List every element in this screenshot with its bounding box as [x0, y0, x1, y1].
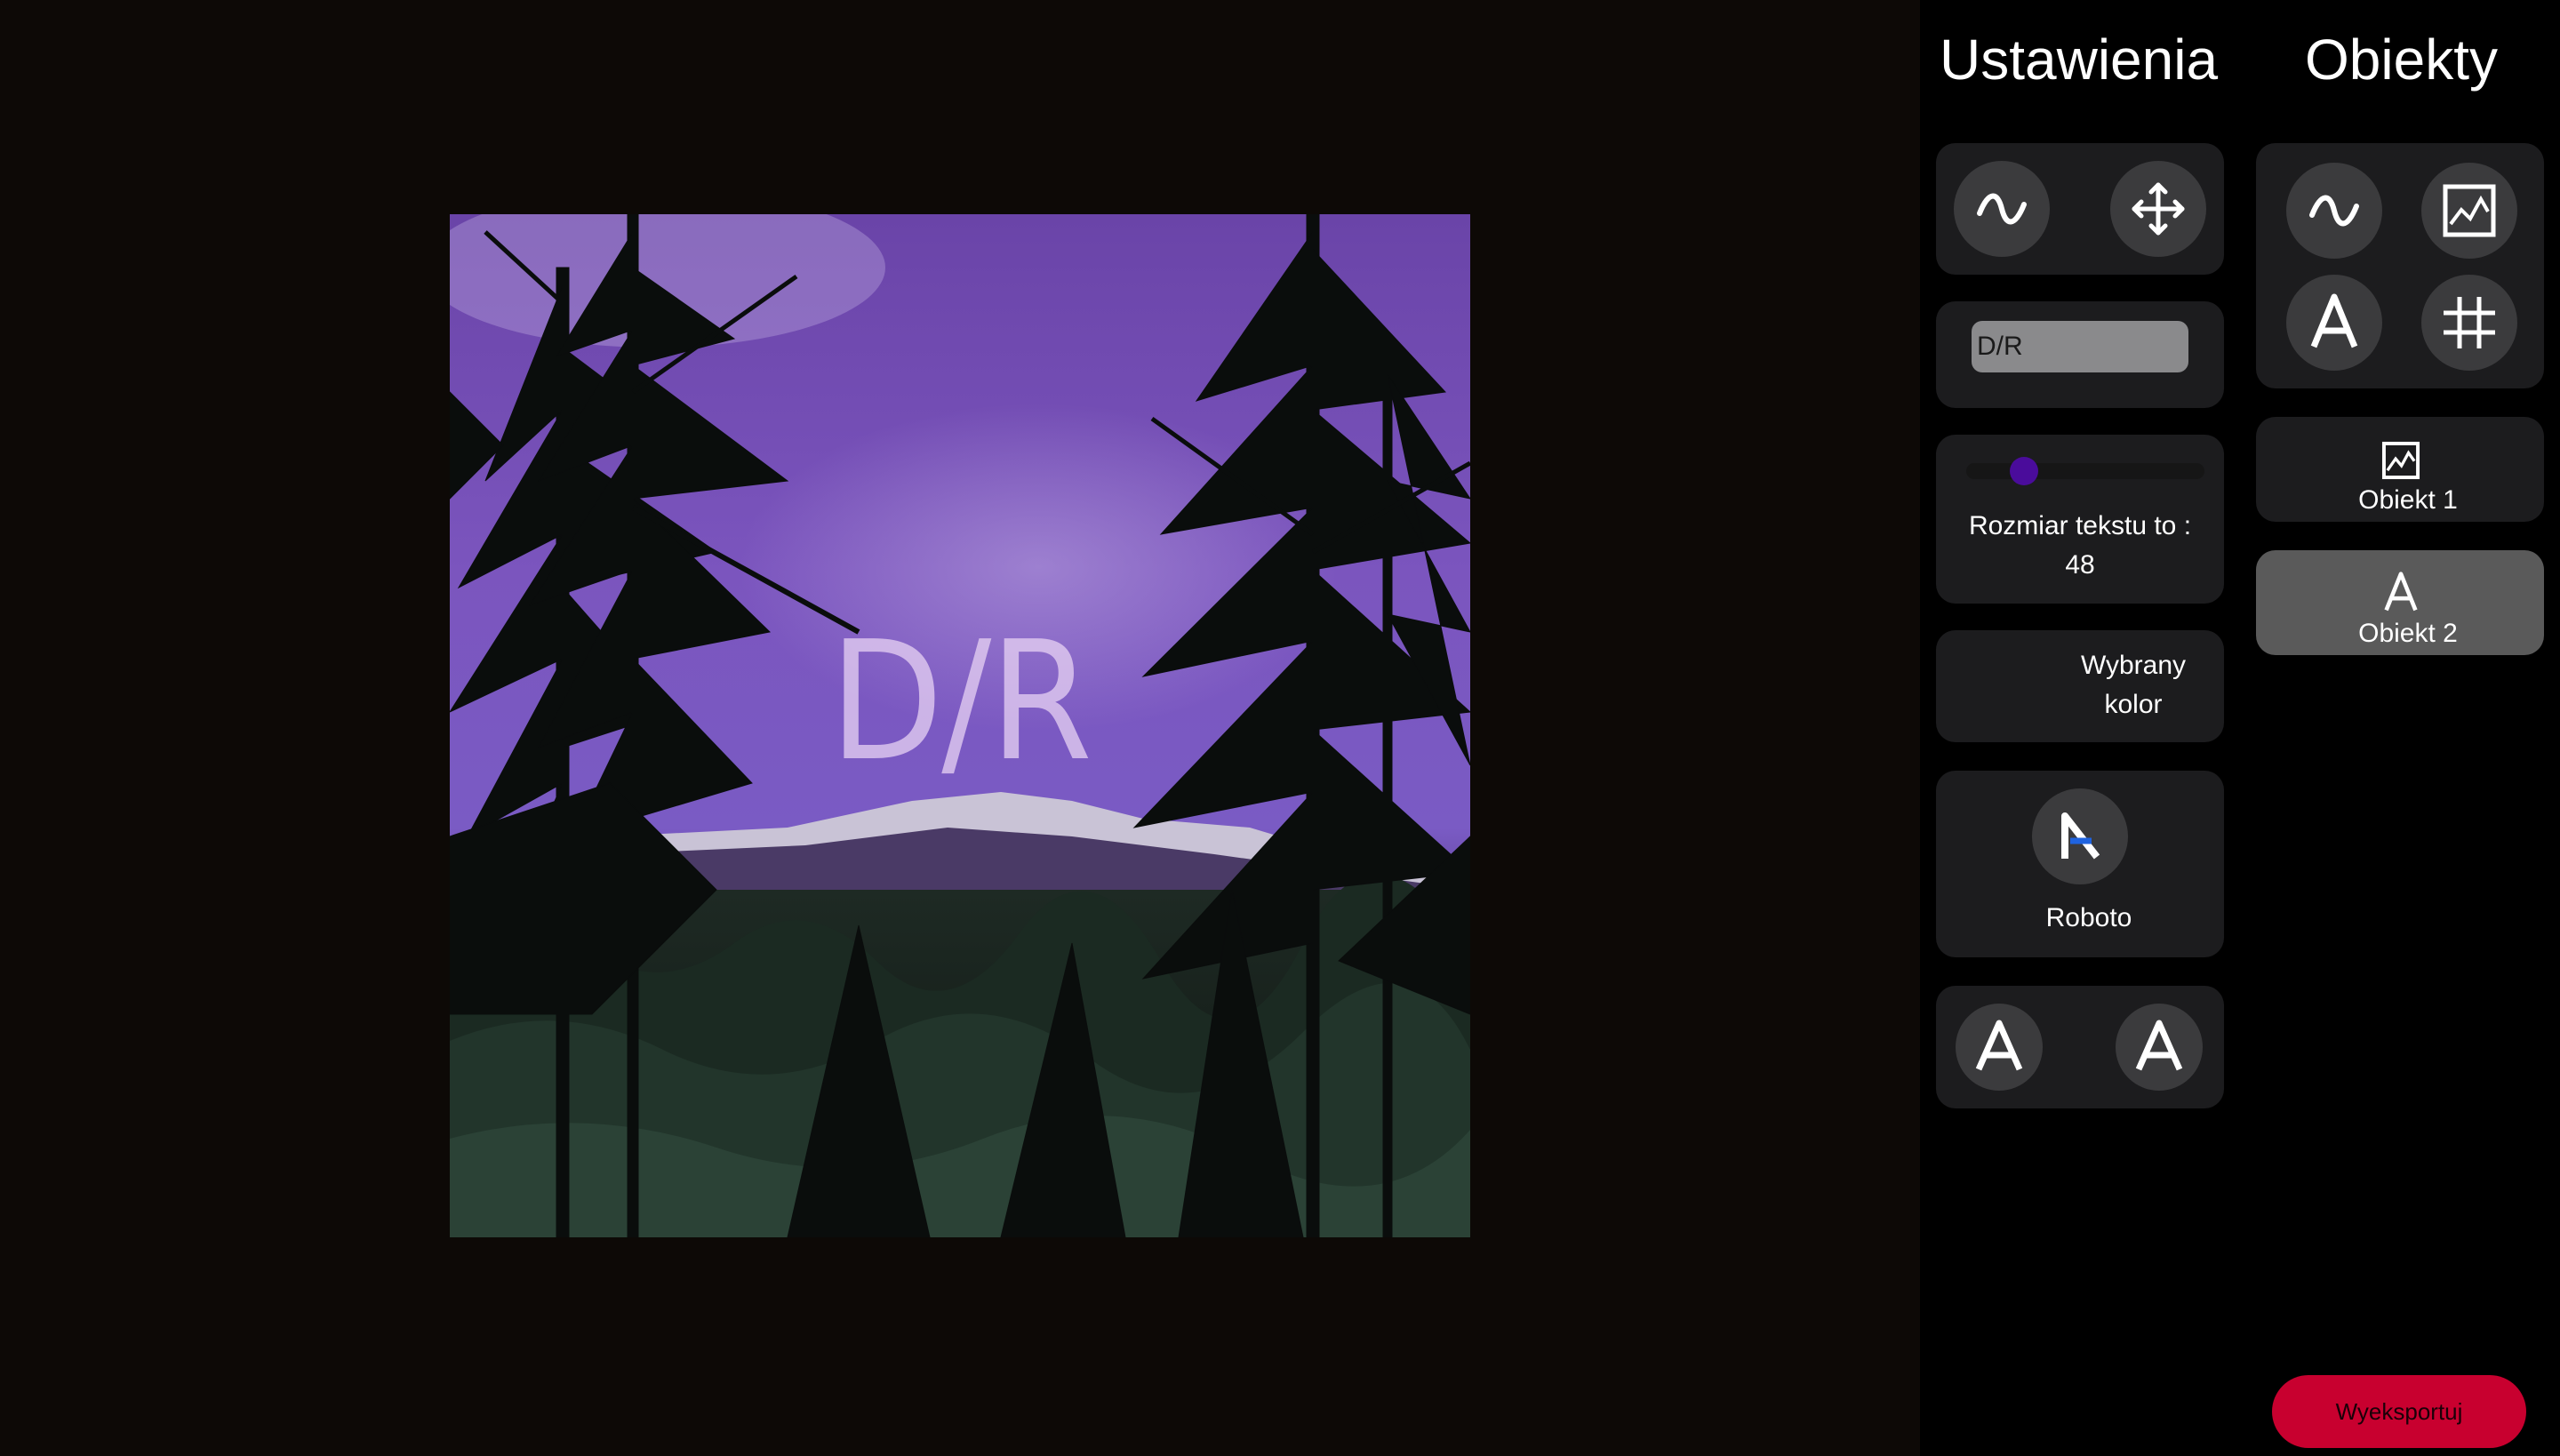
wave-icon [1977, 193, 2027, 225]
selected-color-label-line1: Wybrany [2080, 651, 2187, 680]
object-list-item-2[interactable]: Obiekt 2 [2256, 550, 2544, 655]
slider-thumb[interactable] [2010, 457, 2039, 485]
font-icon [2061, 812, 2100, 860]
image-icon [2381, 441, 2420, 480]
grid-icon [2444, 297, 2495, 348]
font-card: Roboto [1936, 771, 2224, 957]
object-label: Obiekt 1 [2358, 485, 2458, 515]
letter-a-icon [2135, 1020, 2183, 1071]
selected-color-label-line2: kolor [2104, 690, 2163, 719]
add-grid-button[interactable] [2421, 275, 2517, 371]
text-size-label: Rozmiar tekstu to : [1968, 511, 2192, 540]
move-tool-button[interactable] [2110, 161, 2206, 257]
letter-a-icon [2384, 572, 2418, 612]
tool-card [1936, 143, 2224, 275]
font-name: Roboto [2045, 903, 2132, 932]
overlay-text-object[interactable]: D/R [450, 605, 1470, 797]
object-text-input[interactable] [1972, 321, 2188, 372]
font-picker-button[interactable] [2032, 788, 2128, 884]
add-object-card [2256, 143, 2544, 388]
text-style-button-1[interactable] [1956, 1004, 2043, 1091]
text-size-value: 48 [2065, 550, 2095, 580]
export-button[interactable]: Wyeksportuj [2272, 1375, 2526, 1448]
wave-icon [2309, 195, 2359, 227]
curve-tool-button[interactable] [1954, 161, 2050, 257]
letter-a-icon [2310, 293, 2358, 348]
move-icon [2132, 182, 2185, 236]
settings-heading: Ustawienia [1940, 28, 2219, 92]
text-size-slider[interactable] [1966, 457, 2204, 485]
text-style-button-2[interactable] [2116, 1004, 2203, 1091]
add-image-button[interactable] [2421, 163, 2517, 259]
text-style-card [1936, 986, 2224, 1108]
image-icon [2443, 184, 2496, 237]
add-curve-button[interactable] [2286, 163, 2382, 259]
objects-heading: Obiekty [2305, 28, 2498, 92]
object-label: Obiekt 2 [2358, 619, 2458, 648]
object-list-item-1[interactable]: Obiekt 1 [2256, 417, 2544, 522]
image-canvas[interactable]: D/R [450, 214, 1470, 1237]
letter-a-icon [1975, 1020, 2023, 1071]
add-text-button[interactable] [2286, 275, 2382, 371]
